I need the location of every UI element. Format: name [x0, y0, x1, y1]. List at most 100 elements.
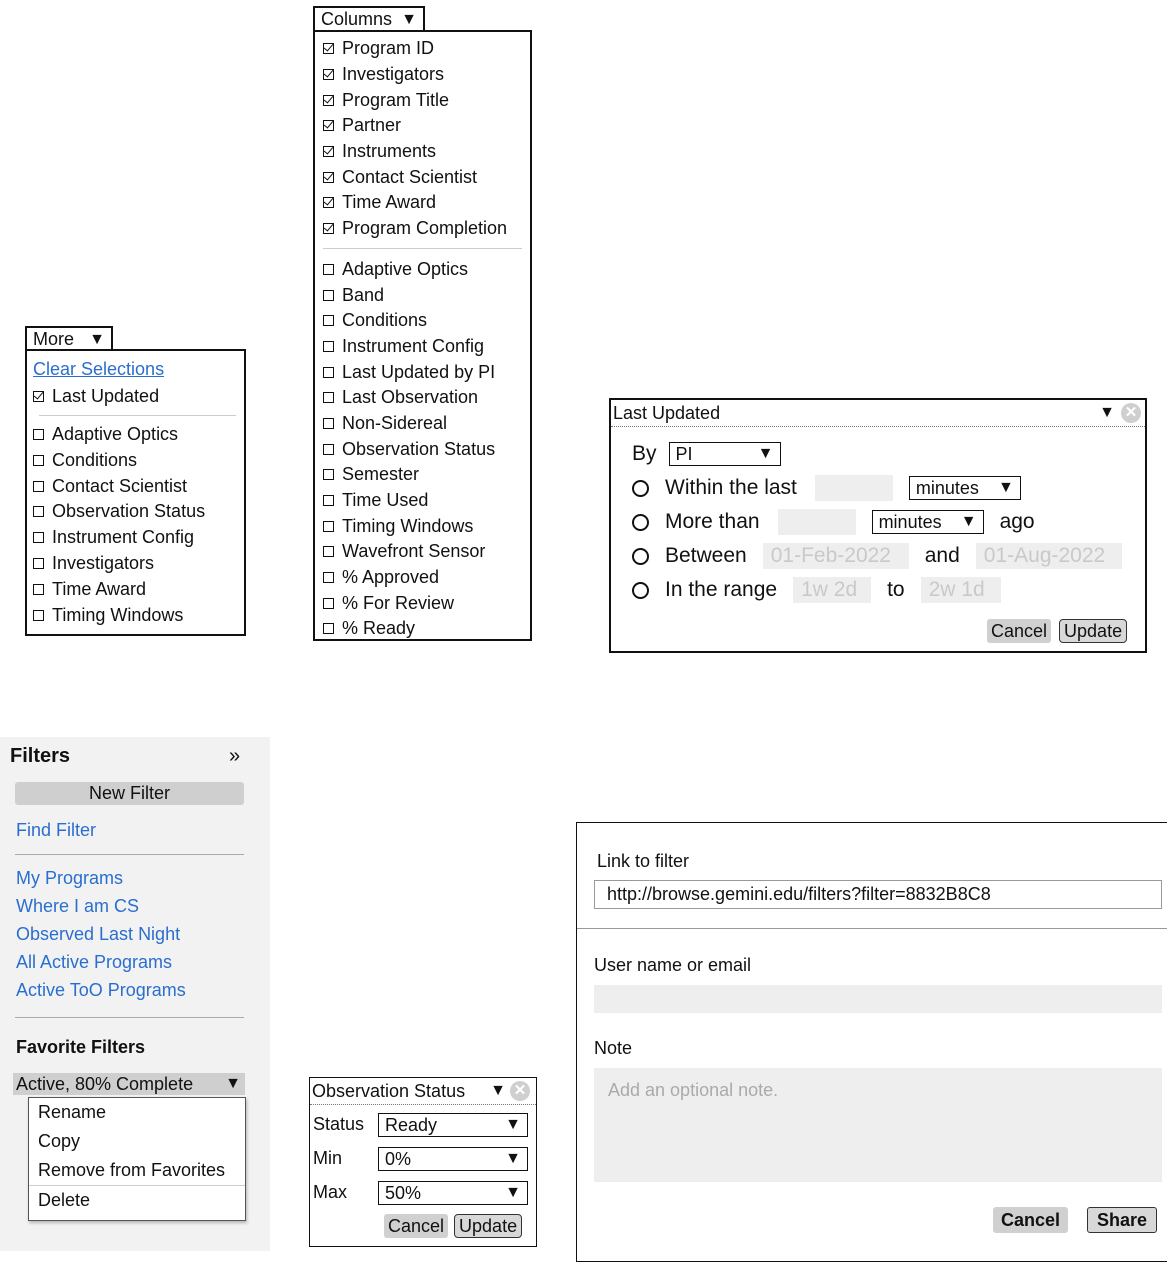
checkbox-unchecked-icon[interactable]: [323, 469, 334, 481]
checkbox-unchecked-icon[interactable]: [323, 495, 334, 507]
checkbox-checked-icon[interactable]: [33, 391, 44, 403]
menu-item[interactable]: Rename: [29, 1098, 245, 1127]
collapse-icon[interactable]: »: [229, 745, 240, 768]
checkbox-unchecked-icon[interactable]: [323, 289, 334, 301]
note-textarea[interactable]: Add an optional note.: [594, 1068, 1162, 1182]
checkbox-unchecked-icon[interactable]: [323, 443, 334, 455]
checkbox-checked-icon[interactable]: [323, 171, 334, 183]
menu-item[interactable]: Copy: [29, 1127, 245, 1156]
column-item[interactable]: Time Used: [323, 488, 530, 514]
more-column-item[interactable]: Time Award: [33, 576, 244, 602]
more-column-item[interactable]: Investigators: [33, 551, 244, 577]
max-select[interactable]: 50% ▼: [378, 1181, 528, 1205]
share-button[interactable]: Share: [1087, 1207, 1158, 1233]
more-than-radio[interactable]: [632, 513, 649, 531]
column-item[interactable]: Program Title: [323, 87, 530, 113]
column-item[interactable]: Instruments: [323, 139, 530, 165]
checkbox-checked-icon[interactable]: [323, 43, 334, 55]
menu-item[interactable]: Delete: [29, 1185, 245, 1215]
checkbox-unchecked-icon[interactable]: [323, 340, 334, 352]
columns-dropdown-button[interactable]: Columns ▼: [313, 6, 425, 31]
by-select[interactable]: PI ▼: [668, 442, 781, 466]
column-item[interactable]: Semester: [323, 462, 530, 488]
cancel-button[interactable]: Cancel: [993, 1207, 1069, 1233]
checkbox-unchecked-icon[interactable]: [33, 429, 44, 441]
column-item[interactable]: Time Award: [323, 190, 530, 216]
checkbox-unchecked-icon[interactable]: [33, 506, 44, 518]
checkbox-unchecked-icon[interactable]: [323, 597, 334, 609]
checkbox-unchecked-icon[interactable]: [323, 623, 334, 635]
more-column-item[interactable]: Timing Windows: [33, 602, 244, 628]
update-button[interactable]: Update: [454, 1214, 523, 1238]
column-item[interactable]: Investigators: [323, 62, 530, 88]
column-item[interactable]: Non-Sidereal: [323, 411, 530, 437]
between-from-input[interactable]: 01-Feb-2022: [762, 543, 909, 569]
more-column-item[interactable]: Contact Scientist: [33, 473, 244, 499]
saved-filter-link[interactable]: All Active Programs: [16, 952, 186, 980]
checkbox-checked-icon[interactable]: [323, 197, 334, 209]
more-column-item[interactable]: Observation Status: [33, 499, 244, 525]
clear-selections-link[interactable]: Clear Selections: [33, 357, 244, 383]
column-item[interactable]: Program Completion: [323, 216, 530, 242]
caret-down-icon[interactable]: ▼: [490, 1083, 506, 1099]
close-icon[interactable]: ✕: [1121, 403, 1141, 423]
new-filter-button[interactable]: New Filter: [15, 782, 244, 805]
checkbox-unchecked-icon[interactable]: [33, 609, 44, 621]
checkbox-unchecked-icon[interactable]: [323, 315, 334, 327]
caret-down-icon[interactable]: ▼: [1099, 405, 1115, 421]
more-than-unit-select[interactable]: minutes ▼: [871, 510, 984, 534]
column-item[interactable]: Observation Status: [323, 436, 530, 462]
within-amount-input[interactable]: [814, 475, 893, 501]
checkbox-unchecked-icon[interactable]: [33, 558, 44, 570]
checkbox-unchecked-icon[interactable]: [33, 480, 44, 492]
checkbox-checked-icon[interactable]: [323, 94, 334, 106]
column-item[interactable]: Wavefront Sensor: [323, 539, 530, 565]
range-to-input[interactable]: 2w 1d: [920, 577, 1001, 603]
column-item[interactable]: Partner: [323, 113, 530, 139]
checkbox-checked-icon[interactable]: [323, 223, 334, 235]
favorite-select[interactable]: Active, 80% Complete ▼: [13, 1073, 245, 1095]
user-input[interactable]: [594, 985, 1162, 1013]
column-item[interactable]: % Approved: [323, 565, 530, 591]
checkbox-unchecked-icon[interactable]: [323, 366, 334, 378]
column-item[interactable]: Timing Windows: [323, 513, 530, 539]
close-icon[interactable]: ✕: [510, 1081, 530, 1101]
cancel-button[interactable]: Cancel: [987, 619, 1052, 643]
more-column-item[interactable]: Adaptive Optics: [33, 422, 244, 448]
column-item[interactable]: Program ID: [323, 36, 530, 62]
checkbox-unchecked-icon[interactable]: [323, 520, 334, 532]
saved-filter-link[interactable]: Observed Last Night: [16, 924, 186, 952]
column-item[interactable]: Adaptive Optics: [323, 257, 530, 283]
checkbox-unchecked-icon[interactable]: [323, 546, 334, 558]
column-item[interactable]: Contact Scientist: [323, 164, 530, 190]
range-radio[interactable]: [632, 581, 649, 599]
min-select[interactable]: 0% ▼: [378, 1147, 528, 1171]
more-column-item[interactable]: Conditions: [33, 447, 244, 473]
saved-filter-link[interactable]: Active ToO Programs: [16, 980, 186, 1008]
column-item[interactable]: % For Review: [323, 590, 530, 616]
update-button[interactable]: Update: [1059, 619, 1128, 643]
status-select[interactable]: Ready ▼: [378, 1113, 528, 1137]
checkbox-unchecked-icon[interactable]: [33, 454, 44, 466]
within-radio[interactable]: [632, 479, 649, 497]
checkbox-checked-icon[interactable]: [323, 120, 334, 132]
checkbox-unchecked-icon[interactable]: [323, 392, 334, 404]
more-than-amount-input[interactable]: [777, 509, 856, 535]
saved-filter-link[interactable]: Where I am CS: [16, 896, 186, 924]
checkbox-unchecked-icon[interactable]: [33, 583, 44, 595]
between-to-input[interactable]: 01-Aug-2022: [975, 543, 1122, 569]
column-item[interactable]: % Ready: [323, 616, 530, 642]
more-column-item[interactable]: Last Updated: [33, 383, 244, 411]
menu-item[interactable]: Remove from Favorites: [29, 1156, 245, 1185]
column-item[interactable]: Conditions: [323, 308, 530, 334]
within-unit-select[interactable]: minutes ▼: [908, 476, 1021, 500]
find-filter-link[interactable]: Find Filter: [16, 820, 96, 841]
checkbox-unchecked-icon[interactable]: [323, 263, 334, 275]
range-from-input[interactable]: 1w 2d: [793, 577, 872, 603]
checkbox-unchecked-icon[interactable]: [323, 572, 334, 584]
cancel-button[interactable]: Cancel: [384, 1214, 449, 1238]
between-radio[interactable]: [632, 547, 649, 565]
saved-filter-link[interactable]: My Programs: [16, 868, 186, 896]
column-item[interactable]: Band: [323, 282, 530, 308]
column-item[interactable]: Instrument Config: [323, 334, 530, 360]
